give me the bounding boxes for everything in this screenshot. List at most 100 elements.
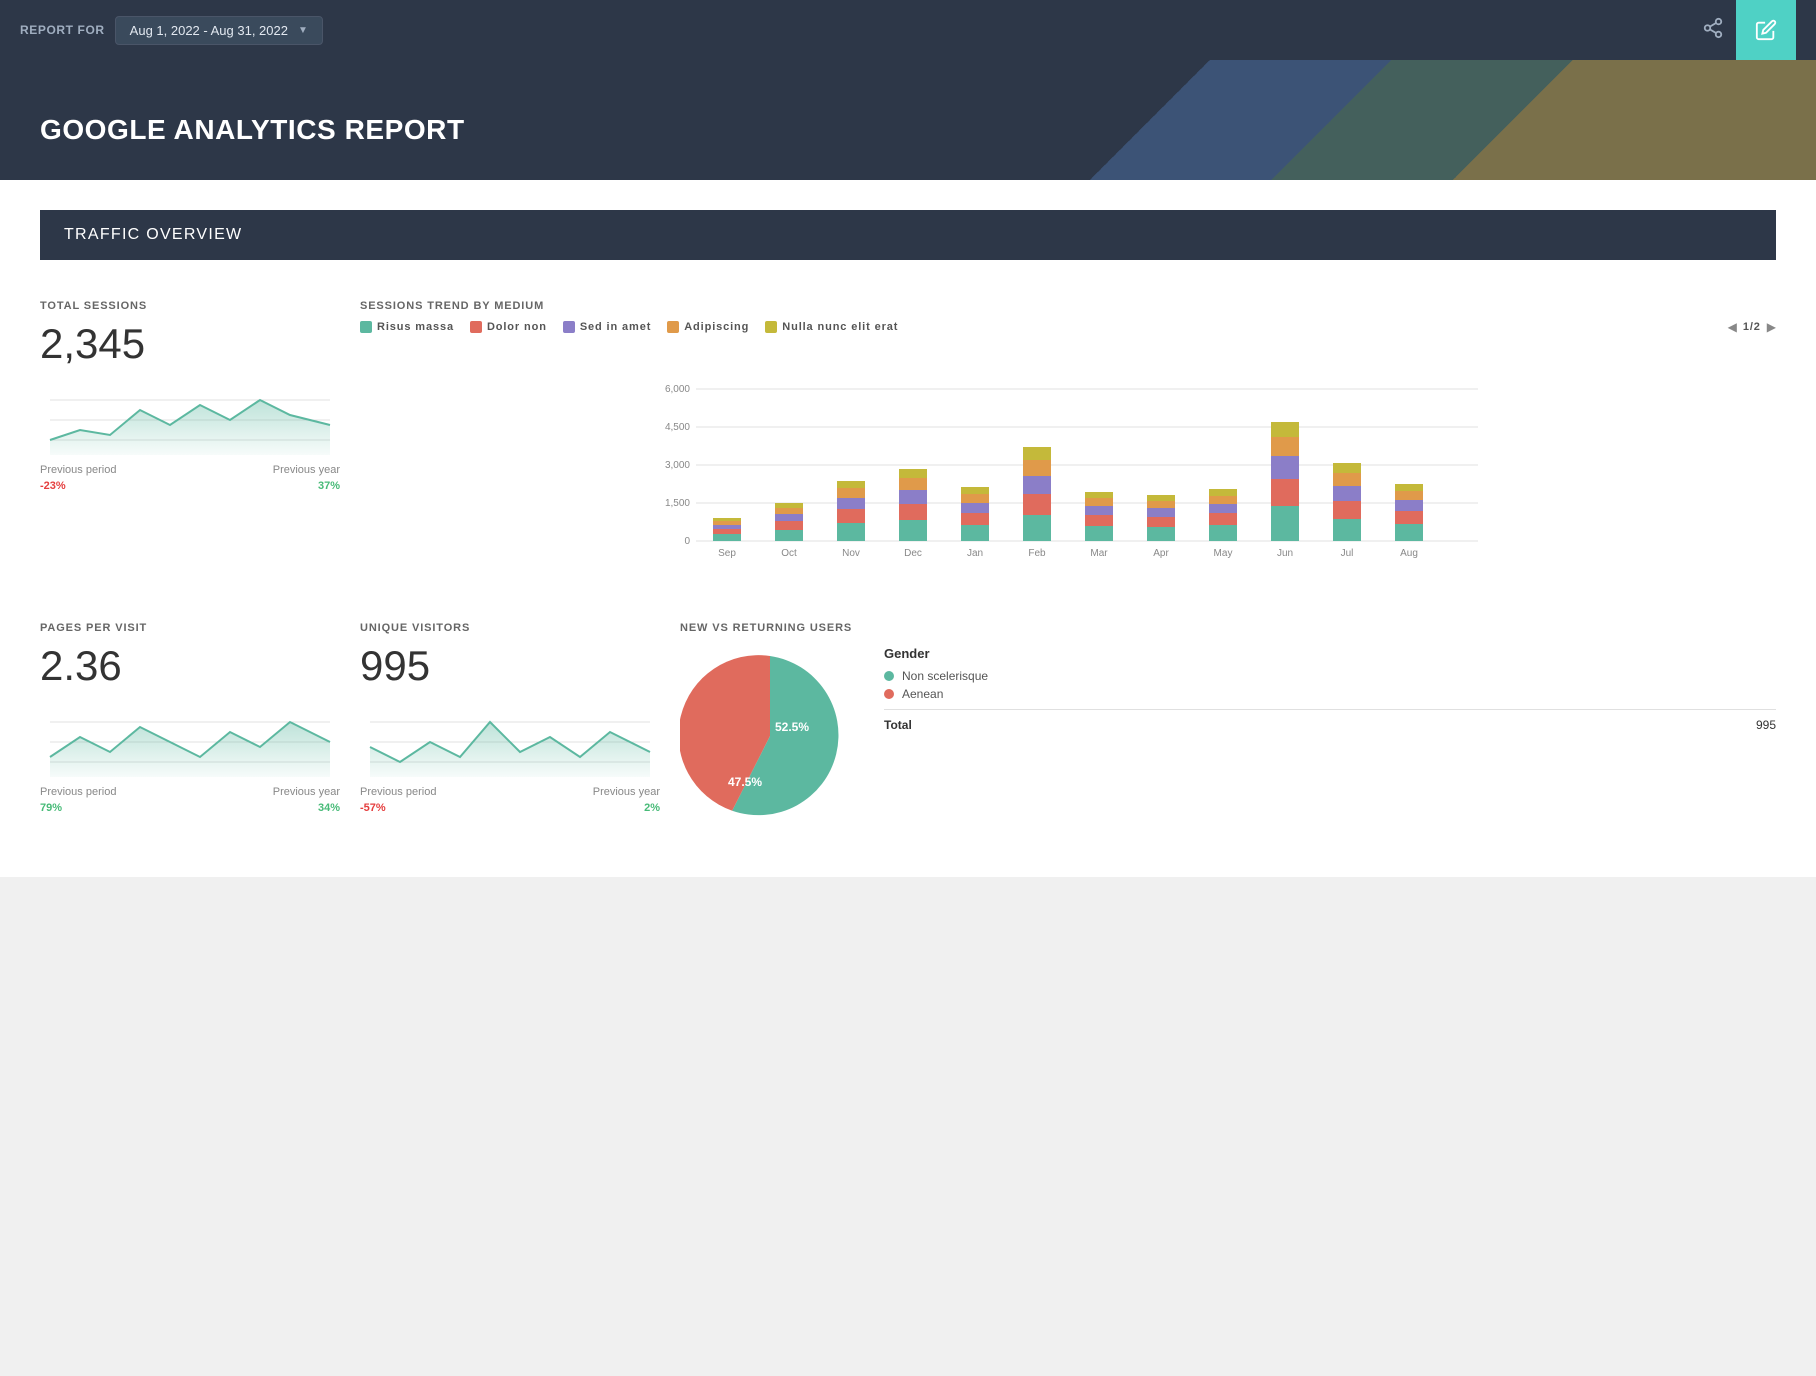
pie-label-1: Non scelerisque: [902, 669, 988, 683]
legend-label-2: Dolor non: [487, 321, 547, 333]
unique-visitors-sparkline: [360, 702, 660, 782]
pie-container: 52.5% 47.5%: [680, 646, 860, 831]
total-sessions-card: TOTAL SESSIONS 2,345: [40, 284, 340, 582]
legend-item-5: Nulla nunc elit erat: [765, 321, 898, 333]
svg-text:3,000: 3,000: [665, 460, 690, 471]
chart-nav: ◀ 1/2 ▶: [1728, 320, 1776, 334]
new-vs-returning-card: NEW VS RETURNING USERS 52.5% 47.5%: [680, 606, 1776, 847]
svg-text:Jun: Jun: [1277, 548, 1293, 559]
svg-text:May: May: [1214, 548, 1233, 559]
pie-total-value: 995: [1756, 718, 1776, 732]
legend-item-4: Adipiscing: [667, 321, 749, 333]
pie-legend-item-1: Non scelerisque: [884, 669, 1776, 683]
pie-label-2: Aenean: [902, 687, 943, 701]
pages-sparkline: [40, 702, 340, 782]
legend-label-5: Nulla nunc elit erat: [782, 321, 898, 333]
total-sessions-value: 2,345: [40, 320, 340, 368]
page-title: GOOGLE ANALYTICS REPORT: [40, 114, 465, 146]
svg-text:47.5%: 47.5%: [728, 775, 762, 789]
date-range-text: Aug 1, 2022 - Aug 31, 2022: [130, 23, 288, 38]
legend-label-1: Risus massa: [377, 321, 454, 333]
unique-visitors-label: UNIQUE VISITORS: [360, 622, 660, 634]
total-sessions-sparkline: [40, 380, 340, 460]
date-range-selector[interactable]: Aug 1, 2022 - Aug 31, 2022 ▼: [115, 16, 323, 45]
total-sessions-pct-row: -23% 37%: [40, 480, 340, 492]
chart-prev-button[interactable]: ◀: [1728, 320, 1737, 334]
prev-year-pct-1: 37%: [318, 480, 340, 492]
pages-per-visit-value: 2.36: [40, 642, 340, 690]
top-bar-actions: [1694, 0, 1796, 60]
svg-text:Mar: Mar: [1090, 548, 1108, 559]
svg-text:4,500: 4,500: [665, 422, 690, 433]
legend-label-4: Adipiscing: [684, 321, 749, 333]
prev-year-label-1: Previous year: [273, 464, 340, 476]
svg-text:Oct: Oct: [781, 548, 797, 559]
legend-item-3: Sed in amet: [563, 321, 651, 333]
legend-item-2: Dolor non: [470, 321, 547, 333]
stats-row-1: TOTAL SESSIONS 2,345: [40, 284, 1776, 582]
pages-prev-year-label: Previous year: [273, 786, 340, 798]
pie-legend: Gender Non scelerisque Aenean Total 995: [884, 646, 1776, 732]
pie-total-label: Total: [884, 718, 912, 732]
pie-legend-item-2: Aenean: [884, 687, 1776, 701]
svg-text:Sep: Sep: [718, 548, 736, 559]
bar-chart-svg: 0 1,500 3,000 4,500 6,000: [360, 346, 1776, 566]
main-content: TRAFFIC OVERVIEW TOTAL SESSIONS 2,345: [0, 180, 1816, 877]
legend-dot-4: [667, 321, 679, 333]
legend-label-3: Sed in amet: [580, 321, 651, 333]
unique-prev-period-label: Previous period: [360, 786, 436, 798]
sessions-trend-card: SESSIONS TREND BY MEDIUM Risus massa Dol…: [360, 284, 1776, 582]
legend-dot-3: [563, 321, 575, 333]
edit-button[interactable]: [1736, 0, 1796, 60]
unique-prev-period-pct: -57%: [360, 802, 386, 814]
title-section: GOOGLE ANALYTICS REPORT: [0, 60, 1816, 180]
legend-dot-1: [360, 321, 372, 333]
svg-text:Nov: Nov: [842, 548, 860, 559]
sessions-legend: Risus massa Dolor non Sed in amet Adipis…: [360, 320, 1776, 334]
share-button[interactable]: [1694, 9, 1732, 52]
page-indicator: 1/2: [1743, 321, 1761, 333]
pie-legend-title: Gender: [884, 646, 1776, 661]
legend-dot-5: [765, 321, 777, 333]
pie-total-row: Total 995: [884, 709, 1776, 732]
total-sessions-label: TOTAL SESSIONS: [40, 300, 340, 312]
svg-text:0: 0: [684, 536, 690, 547]
unique-pct-row: -57% 2%: [360, 802, 660, 814]
unique-prev-year-label: Previous year: [593, 786, 660, 798]
report-for-label: REPORT FOR: [20, 23, 105, 37]
svg-text:Feb: Feb: [1028, 548, 1046, 559]
svg-text:Jul: Jul: [1341, 548, 1354, 559]
svg-text:1,500: 1,500: [665, 498, 690, 509]
svg-text:Apr: Apr: [1153, 548, 1169, 559]
pages-pct-row: 79% 34%: [40, 802, 340, 814]
bar-chart-wrapper: 0 1,500 3,000 4,500 6,000: [360, 346, 1776, 566]
pages-period-label-row: Previous period Previous year: [40, 786, 340, 798]
unique-visitors-card: UNIQUE VISITORS 995: [360, 606, 660, 847]
chart-next-button[interactable]: ▶: [1767, 320, 1776, 334]
pages-per-visit-card: PAGES PER VISIT 2.36: [40, 606, 340, 847]
svg-text:6,000: 6,000: [665, 384, 690, 395]
pie-dot-2: [884, 689, 894, 699]
pages-prev-period-label: Previous period: [40, 786, 116, 798]
pie-section: 52.5% 47.5% Gender Non scelerisque Aenea…: [680, 646, 1776, 831]
pages-prev-period-pct: 79%: [40, 802, 62, 814]
pie-dot-1: [884, 671, 894, 681]
unique-visitors-value: 995: [360, 642, 660, 690]
prev-period-label-1: Previous period: [40, 464, 116, 476]
unique-period-label-row: Previous period Previous year: [360, 786, 660, 798]
new-vs-returning-title: NEW VS RETURNING USERS: [680, 622, 1776, 634]
legend-dot-2: [470, 321, 482, 333]
svg-text:52.5%: 52.5%: [775, 720, 809, 734]
svg-text:Jan: Jan: [967, 548, 983, 559]
section-title: TRAFFIC OVERVIEW: [64, 226, 242, 243]
unique-prev-year-pct: 2%: [644, 802, 660, 814]
pie-chart-svg: 52.5% 47.5%: [680, 646, 860, 826]
stats-row-2: PAGES PER VISIT 2.36: [40, 606, 1776, 847]
pages-per-visit-label: PAGES PER VISIT: [40, 622, 340, 634]
chevron-down-icon: ▼: [298, 25, 308, 36]
report-for-section: REPORT FOR Aug 1, 2022 - Aug 31, 2022 ▼: [20, 16, 323, 45]
top-bar: REPORT FOR Aug 1, 2022 - Aug 31, 2022 ▼: [0, 0, 1816, 60]
section-header: TRAFFIC OVERVIEW: [40, 210, 1776, 260]
svg-text:Dec: Dec: [904, 548, 922, 559]
prev-period-pct-1: -23%: [40, 480, 66, 492]
